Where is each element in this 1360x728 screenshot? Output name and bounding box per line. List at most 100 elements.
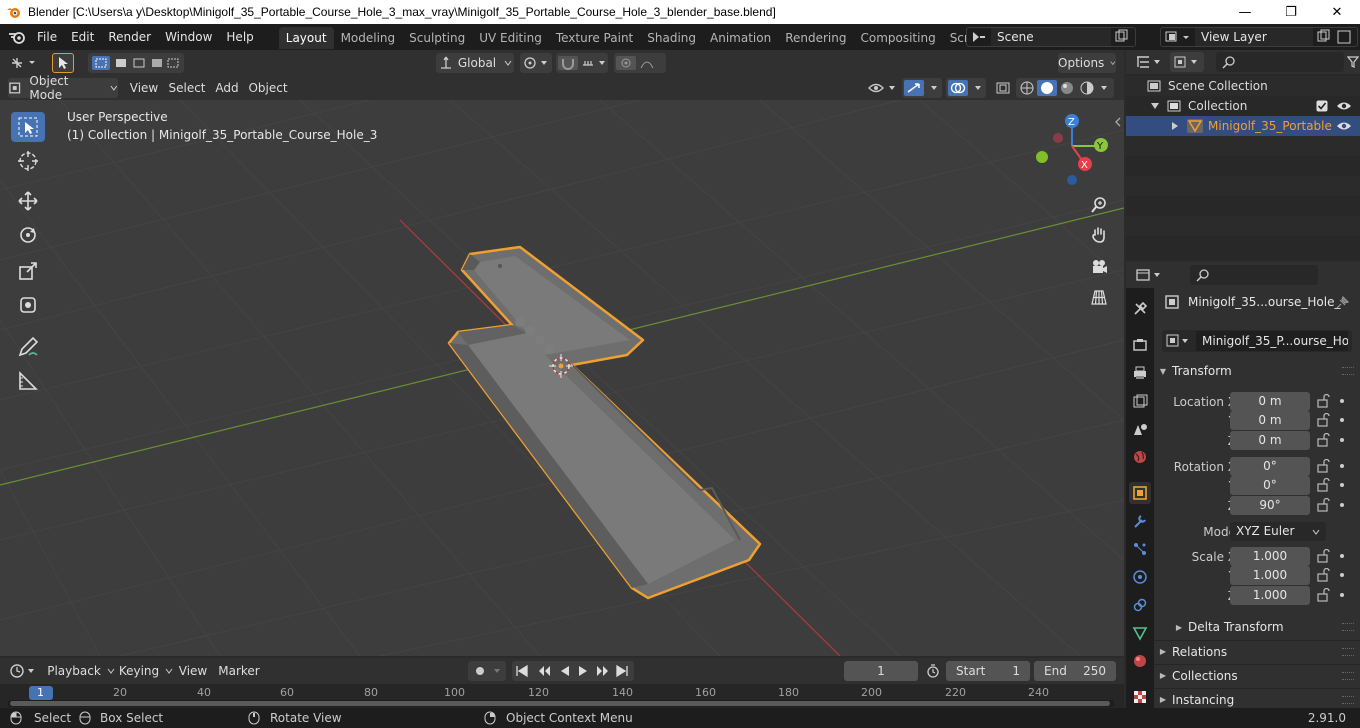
- rotation-y-field[interactable]: 0°: [1230, 476, 1310, 495]
- unlock-icon[interactable]: [1316, 498, 1330, 512]
- start-frame-field[interactable]: Start 1: [946, 661, 1030, 681]
- editor-type-button[interactable]: [8, 53, 40, 73]
- select-intersect-icon[interactable]: [167, 58, 179, 68]
- filter-button[interactable]: [1346, 52, 1360, 72]
- overlays-toggle[interactable]: [946, 78, 986, 98]
- keyframe-dot-icon[interactable]: [1340, 418, 1344, 422]
- tool-scale[interactable]: [11, 256, 45, 286]
- remove-view-layer-icon[interactable]: [1335, 28, 1353, 46]
- tool-rotate[interactable]: [11, 220, 45, 250]
- transform-orientation-dropdown[interactable]: Global: [436, 53, 514, 73]
- jump-end-icon[interactable]: [616, 664, 628, 678]
- menu-window[interactable]: Window: [158, 24, 219, 50]
- object-mode-dropdown[interactable]: Object Mode: [8, 74, 118, 102]
- gizmo-neg-y-handle[interactable]: [1036, 151, 1048, 163]
- tab-object[interactable]: [1129, 482, 1151, 504]
- properties-editor-type-button[interactable]: [1134, 265, 1166, 285]
- play-reverse-icon[interactable]: [561, 666, 569, 676]
- pivot-point-dropdown[interactable]: [520, 53, 552, 73]
- keyframe-dot-icon[interactable]: [1340, 503, 1344, 507]
- eye-icon[interactable]: [1336, 100, 1352, 112]
- scale-z-field[interactable]: 1.000: [1230, 586, 1310, 605]
- unlock-icon[interactable]: [1316, 588, 1330, 602]
- close-button[interactable]: ✕: [1314, 0, 1360, 24]
- copy-scene-icon[interactable]: [1111, 28, 1131, 46]
- object-menu[interactable]: Object: [246, 78, 290, 98]
- panel-grip-icon[interactable]: [1342, 672, 1354, 680]
- tab-output[interactable]: [1129, 362, 1151, 384]
- proportional-editing-group[interactable]: [614, 53, 666, 73]
- keying-menu[interactable]: Keying: [118, 661, 174, 681]
- tab-view-layer[interactable]: [1129, 390, 1151, 412]
- location-y-field[interactable]: 0 m: [1230, 411, 1310, 430]
- scale-y-field[interactable]: 1.000: [1230, 566, 1310, 585]
- gizmo-toggle[interactable]: [902, 78, 942, 98]
- location-x-field[interactable]: 0 m: [1230, 392, 1310, 411]
- relations-panel-header[interactable]: ▶ Relations: [1154, 640, 1360, 662]
- timeline-scrollbar-thumb[interactable]: [10, 701, 1110, 706]
- end-frame-field[interactable]: End 250: [1034, 661, 1116, 681]
- unlock-icon[interactable]: [1316, 549, 1330, 563]
- rotation-z-field[interactable]: 90°: [1230, 496, 1310, 515]
- tool-cursor[interactable]: [11, 146, 45, 176]
- maximize-button[interactable]: ❐: [1268, 0, 1314, 24]
- auto-keying-group[interactable]: [468, 661, 506, 681]
- keyframe-dot-icon[interactable]: [1340, 399, 1344, 403]
- copy-view-layer-icon[interactable]: [1313, 28, 1335, 46]
- select-menu[interactable]: Select: [166, 78, 208, 98]
- minimize-button[interactable]: —: [1222, 0, 1268, 24]
- select-tool-button[interactable]: [52, 53, 74, 73]
- visibility-dropdown[interactable]: [866, 78, 900, 98]
- tab-object-data[interactable]: [1129, 622, 1151, 644]
- tab-sculpting[interactable]: Sculpting: [402, 27, 472, 49]
- outliner-row-collection[interactable]: Collection: [1126, 96, 1360, 116]
- select-extend-icon[interactable]: [116, 59, 126, 67]
- wireframe-shading-icon[interactable]: [1020, 81, 1034, 95]
- display-mode-dropdown[interactable]: [1170, 52, 1204, 72]
- view-menu[interactable]: View: [126, 78, 162, 98]
- tab-rendering[interactable]: Rendering: [778, 27, 853, 49]
- tool-move[interactable]: [11, 186, 45, 216]
- unlock-icon[interactable]: [1316, 459, 1330, 473]
- eye-icon[interactable]: [1336, 120, 1352, 132]
- tab-uv-editing[interactable]: UV Editing: [472, 27, 549, 49]
- pin-icon[interactable]: [1336, 295, 1350, 309]
- tab-modifiers[interactable]: [1129, 510, 1151, 532]
- tool-measure[interactable]: [11, 366, 45, 396]
- unlock-icon[interactable]: [1316, 394, 1330, 408]
- expand-arrow-right-icon[interactable]: [1170, 121, 1180, 131]
- gizmo-neg-z-handle[interactable]: [1067, 175, 1077, 185]
- tab-constraints[interactable]: [1129, 594, 1151, 616]
- current-frame-field[interactable]: 1: [844, 661, 918, 681]
- rotation-x-field[interactable]: 0°: [1230, 457, 1310, 476]
- select-mode-group[interactable]: [88, 53, 184, 73]
- tab-particles[interactable]: [1129, 538, 1151, 560]
- menu-edit[interactable]: Edit: [64, 24, 101, 50]
- rendered-shading-icon[interactable]: [1080, 81, 1094, 95]
- tool-select-box[interactable]: [11, 112, 45, 142]
- unlock-icon[interactable]: [1316, 433, 1330, 447]
- expand-arrow-down-icon[interactable]: [1150, 101, 1160, 111]
- play-icon[interactable]: [579, 666, 587, 676]
- select-invert-icon[interactable]: [152, 59, 162, 67]
- options-dropdown[interactable]: Options: [1058, 53, 1116, 73]
- select-new-icon[interactable]: [92, 56, 110, 70]
- timeline-view-menu[interactable]: View: [176, 661, 210, 681]
- view-layer-selector[interactable]: View Layer: [1160, 27, 1358, 47]
- delta-transform-panel-header[interactable]: ▶ Delta Transform: [1154, 616, 1360, 638]
- object-datablock-selector[interactable]: Minigolf_35_P...ourse_Hole_3: [1162, 330, 1352, 352]
- snap-group[interactable]: [556, 53, 608, 73]
- sidebar-expand-arrow[interactable]: [1112, 116, 1124, 128]
- menu-file[interactable]: File: [30, 24, 64, 50]
- keyframe-dot-icon[interactable]: [1340, 573, 1344, 577]
- menu-help[interactable]: Help: [219, 24, 260, 50]
- tab-world[interactable]: [1129, 446, 1151, 468]
- pan-button[interactable]: [1086, 222, 1112, 248]
- tab-scene[interactable]: [1129, 418, 1151, 440]
- scene-selector[interactable]: Scene: [966, 27, 1136, 47]
- solid-shading-icon[interactable]: [1037, 80, 1057, 96]
- panel-grip-icon[interactable]: [1342, 623, 1354, 631]
- tab-modeling[interactable]: Modeling: [334, 27, 403, 49]
- tab-shading[interactable]: Shading: [640, 27, 703, 49]
- tab-animation[interactable]: Animation: [703, 27, 778, 49]
